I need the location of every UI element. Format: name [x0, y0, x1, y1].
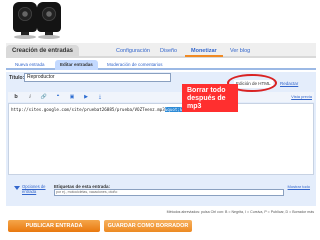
html-editor-area[interactable]: http://sites.google.com/site/pruebat2688… [8, 103, 314, 175]
bold-button[interactable]: b [12, 93, 20, 101]
annotation-callout: Borrar todo después de mp3 [182, 84, 238, 112]
tab-posting[interactable]: Creación de entradas [6, 45, 80, 57]
compose-tab[interactable]: Redactar [278, 80, 300, 88]
labels-hint: por ej., motocicletas, vacaciones, otoño [56, 190, 118, 194]
code-url: http://sites.google.com/site/pruebat2688… [11, 107, 165, 112]
post-options-link[interactable]: Opciones de entrada [22, 184, 50, 194]
callout-line-2: después de mp3 [187, 95, 226, 110]
tab-monetize[interactable]: Monetizar [185, 45, 223, 57]
post-editor-panel: Título: Reproductor Edición de HTML Reda… [6, 72, 316, 206]
save-draft-button[interactable]: GUARDAR COMO BORRADOR [104, 220, 192, 232]
top-tab-bar: Creación de entradas Configuración Diseñ… [6, 43, 316, 58]
title-label: Título: [9, 75, 25, 81]
post-options-bar: Opciones de entrada Etiquetas de esta en… [8, 182, 314, 202]
editor-toolbar: b i 🔗 ❝ ▣ ▶ ⤓ Vista previa [8, 92, 314, 102]
preview-link[interactable]: Vista previa [291, 93, 312, 101]
blockquote-icon[interactable]: ❝ [54, 93, 62, 101]
italic-button[interactable]: i [26, 93, 34, 101]
subtab-edit-posts[interactable]: Editar entradas [55, 60, 98, 70]
tab-design[interactable]: Diseño [154, 45, 183, 57]
link-icon[interactable]: 🔗 [40, 93, 48, 101]
show-all-link[interactable]: Mostrar todo [288, 184, 310, 189]
subtab-moderate-comments[interactable]: Moderación de comentarios [102, 60, 168, 70]
title-input[interactable]: Reproductor [24, 73, 171, 82]
expand-arrow-icon[interactable] [14, 186, 20, 190]
tab-view-blog[interactable]: Ver blog [224, 45, 256, 57]
tab-settings[interactable]: Configuración [110, 45, 156, 57]
image-icon[interactable]: ▣ [68, 93, 76, 101]
blog-header [0, 0, 320, 42]
publish-button[interactable]: PUBLICAR ENTRADA [8, 220, 100, 232]
sub-tab-bar: Nueva entrada Editar entradas Moderación… [6, 60, 316, 70]
speaker-image [34, 2, 64, 40]
subtab-new-post[interactable]: Nueva entrada [10, 60, 50, 70]
jump-break-icon[interactable]: ⤓ [96, 93, 104, 101]
callout-line-1: Borrar todo [187, 87, 226, 94]
keyboard-shortcuts-hint: Métodos abreviados: pulsa Ctrl con: B = … [166, 210, 314, 214]
video-icon[interactable]: ▶ [82, 93, 90, 101]
